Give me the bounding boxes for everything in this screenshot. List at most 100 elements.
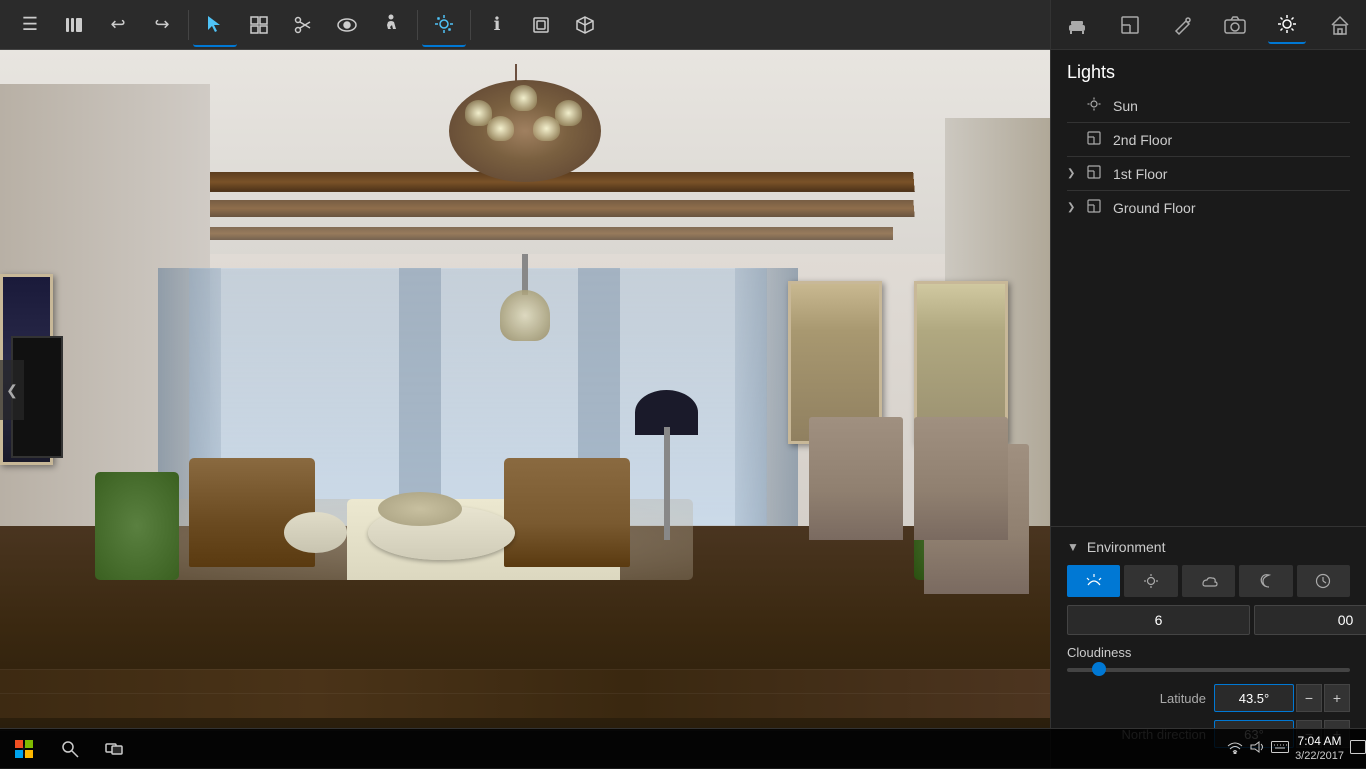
chandelier-light-5 bbox=[533, 116, 560, 142]
light-item-sun[interactable]: Sun bbox=[1067, 91, 1350, 120]
clock-date: 3/22/2017 bbox=[1295, 749, 1344, 763]
light-item-ground-floor[interactable]: ❯ Ground Floor bbox=[1067, 193, 1350, 222]
arrange-icon[interactable] bbox=[237, 3, 281, 47]
select-icon[interactable] bbox=[193, 3, 237, 47]
environment-header[interactable]: ▼ Environment bbox=[1067, 539, 1350, 555]
latitude-row: Latitude − + bbox=[1067, 684, 1350, 712]
separator2 bbox=[417, 10, 418, 40]
chandelier bbox=[399, 64, 651, 268]
dining-chair-2 bbox=[809, 417, 904, 539]
redo-icon[interactable]: ↪ bbox=[140, 3, 184, 47]
side-table bbox=[284, 512, 347, 553]
house-panel-icon[interactable] bbox=[1321, 6, 1359, 44]
cloudy-btn[interactable] bbox=[1182, 565, 1235, 597]
taskbar: 7:04 AM 3/22/2017 bbox=[0, 728, 1366, 768]
armchair-right bbox=[504, 458, 630, 567]
environment-title: Environment bbox=[1087, 539, 1166, 555]
lights-title: Lights bbox=[1067, 62, 1350, 83]
light-divider-3 bbox=[1067, 190, 1350, 191]
cloudiness-label: Cloudiness bbox=[1067, 645, 1350, 660]
time-of-day-buttons bbox=[1067, 565, 1350, 597]
minute-input[interactable] bbox=[1254, 605, 1366, 635]
room-panel-icon[interactable] bbox=[1111, 6, 1149, 44]
view-left-arrow[interactable]: ❮ bbox=[0, 360, 24, 420]
armchair-left bbox=[189, 458, 315, 567]
right-panel: Lights Sun 2nd Floor ❯ 1st Floor bbox=[1050, 0, 1366, 768]
volume-icon[interactable] bbox=[1249, 740, 1265, 757]
latitude-decrease-btn[interactable]: − bbox=[1296, 684, 1322, 712]
start-button[interactable] bbox=[0, 729, 48, 769]
furniture-panel-icon[interactable] bbox=[1058, 6, 1096, 44]
lights-section: Lights Sun 2nd Floor ❯ 1st Floor bbox=[1051, 50, 1366, 230]
taskbar-clock[interactable]: 7:04 AM 3/22/2017 bbox=[1295, 734, 1344, 764]
lamp-pole-right bbox=[664, 427, 670, 539]
ground-floor-expand[interactable]: ❯ bbox=[1067, 202, 1079, 213]
taskbar-system-icons: 7:04 AM 3/22/2017 bbox=[1227, 734, 1366, 764]
env-chevron-icon: ▼ bbox=[1067, 540, 1079, 554]
clock-time: 7:04 AM bbox=[1295, 734, 1344, 750]
library-icon[interactable] bbox=[52, 3, 96, 47]
taskbar-search[interactable] bbox=[48, 729, 92, 769]
separator1 bbox=[188, 10, 189, 40]
pendant-lamp bbox=[494, 254, 557, 356]
chandelier-light-1 bbox=[510, 85, 537, 111]
floor-lamp-right bbox=[651, 390, 683, 540]
chandelier-light-3 bbox=[555, 100, 582, 126]
light-item-sun-label: Sun bbox=[1113, 98, 1138, 114]
1st-floor-icon bbox=[1085, 165, 1103, 182]
floor-plank-2 bbox=[0, 693, 1050, 717]
1st-floor-expand[interactable]: ❯ bbox=[1067, 168, 1079, 179]
expand-icon[interactable] bbox=[519, 3, 563, 47]
menu-icon[interactable]: ☰ bbox=[8, 3, 52, 47]
light-divider-1 bbox=[1067, 122, 1350, 123]
cube-icon[interactable] bbox=[563, 3, 607, 47]
floor-plank-1 bbox=[0, 669, 1050, 693]
scissors-icon[interactable] bbox=[281, 3, 325, 47]
table-decor bbox=[378, 492, 462, 526]
custom-time-btn[interactable] bbox=[1297, 565, 1350, 597]
time-inputs bbox=[1067, 605, 1350, 635]
top-toolbar: ☰ ↩ ↪ ℹ bbox=[0, 0, 1050, 50]
main-3d-view[interactable]: ❮ bbox=[0, 50, 1050, 730]
light-divider-2 bbox=[1067, 156, 1350, 157]
light-item-2nd-floor-label: 2nd Floor bbox=[1113, 132, 1172, 148]
light-item-1st-floor[interactable]: ❯ 1st Floor bbox=[1067, 159, 1350, 188]
latitude-increase-btn[interactable]: + bbox=[1324, 684, 1350, 712]
pendant-rod bbox=[522, 254, 528, 295]
undo-icon[interactable]: ↩ bbox=[96, 3, 140, 47]
panel-spacer bbox=[1051, 230, 1366, 526]
light-item-1st-floor-label: 1st Floor bbox=[1113, 166, 1167, 182]
notification-icon[interactable] bbox=[1350, 740, 1366, 757]
hour-input[interactable] bbox=[1067, 605, 1250, 635]
separator3 bbox=[470, 10, 471, 40]
latitude-label: Latitude bbox=[1067, 691, 1206, 706]
night-btn[interactable] bbox=[1239, 565, 1292, 597]
sun-light-icon bbox=[1085, 97, 1103, 114]
light-item-2nd-floor[interactable]: 2nd Floor bbox=[1067, 125, 1350, 154]
paint-panel-icon[interactable] bbox=[1163, 6, 1201, 44]
sunrise-btn[interactable] bbox=[1067, 565, 1120, 597]
latitude-input[interactable] bbox=[1214, 684, 1294, 712]
taskbar-task-view[interactable] bbox=[92, 729, 136, 769]
2nd-floor-icon bbox=[1085, 131, 1103, 148]
plant-left bbox=[95, 472, 179, 581]
sun-toolbar-icon[interactable] bbox=[422, 3, 466, 47]
pendant-shade bbox=[500, 290, 550, 341]
network-icon[interactable] bbox=[1227, 740, 1243, 757]
keyboard-icon[interactable] bbox=[1271, 741, 1289, 756]
light-panel-icon[interactable] bbox=[1268, 6, 1306, 44]
cloudiness-slider[interactable] bbox=[1067, 668, 1350, 672]
eye-icon[interactable] bbox=[325, 3, 369, 47]
camera-panel-icon[interactable] bbox=[1216, 6, 1254, 44]
light-item-ground-floor-label: Ground Floor bbox=[1113, 200, 1195, 216]
info-icon[interactable]: ℹ bbox=[475, 3, 519, 47]
chandelier-body bbox=[449, 80, 600, 182]
slider-thumb[interactable] bbox=[1092, 662, 1106, 676]
slider-track bbox=[1067, 668, 1350, 672]
chandelier-light-4 bbox=[487, 116, 514, 142]
panel-icon-bar bbox=[1051, 0, 1366, 50]
dining-chair-3 bbox=[914, 417, 1009, 539]
walk-icon[interactable] bbox=[369, 3, 413, 47]
ground-floor-icon bbox=[1085, 199, 1103, 216]
day-btn[interactable] bbox=[1124, 565, 1177, 597]
